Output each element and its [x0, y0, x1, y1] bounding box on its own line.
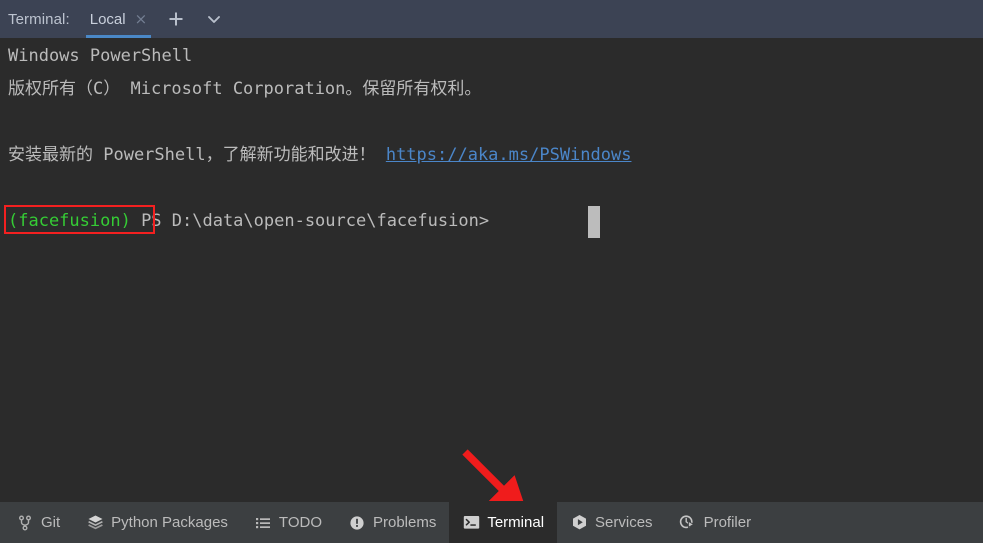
- tool-window-label-services: Services: [595, 514, 653, 531]
- tool-window-label-python-packages: Python Packages: [111, 514, 228, 531]
- terminal-line-1: Windows PowerShell: [8, 46, 193, 66]
- terminal-prompt-line: (facefusion) PS D:\data\open-source\face…: [8, 211, 499, 231]
- chevron-down-icon[interactable]: [201, 6, 227, 32]
- terminal-prompt-icon: [462, 514, 480, 532]
- git-branch-icon: [16, 514, 34, 532]
- plus-icon[interactable]: [163, 6, 189, 32]
- tool-window-button-services[interactable]: Services: [557, 502, 666, 543]
- play-hexagon-icon: [570, 514, 588, 532]
- tool-window-button-python-packages[interactable]: Python Packages: [73, 502, 241, 543]
- close-icon[interactable]: ×: [135, 11, 148, 27]
- terminal-tab-local[interactable]: Local ×: [85, 0, 152, 38]
- terminal-line-3-text: 安装最新的 PowerShell，了解新功能和改进！: [8, 145, 386, 165]
- tool-window-bar: Git Python Packages TODO Problems Termin…: [0, 501, 983, 543]
- powershell-download-link[interactable]: https://aka.ms/PSWindows: [386, 145, 632, 165]
- tool-window-label-problems: Problems: [372, 514, 437, 531]
- tool-window-button-problems[interactable]: Problems: [335, 502, 449, 543]
- terminal-line-3: 安装最新的 PowerShell，了解新功能和改进！ https://aka.m…: [8, 145, 631, 165]
- profiler-clock-icon: [679, 514, 697, 532]
- tool-window-button-todo[interactable]: TODO: [241, 502, 335, 543]
- tool-window-button-git[interactable]: Git: [0, 502, 73, 543]
- tool-window-label-git: Git: [41, 514, 61, 531]
- layers-icon: [86, 514, 104, 532]
- terminal-output-area[interactable]: Windows PowerShell 版权所有（C） Microsoft Cor…: [0, 38, 983, 501]
- terminal-line-2: 版权所有（C） Microsoft Corporation。保留所有权利。: [8, 79, 482, 99]
- tool-window-label-todo: TODO: [278, 514, 322, 531]
- prompt-path: PS D:\data\open-source\facefusion>: [130, 211, 500, 231]
- tool-window-button-terminal[interactable]: Terminal: [449, 502, 558, 543]
- list-icon: [254, 514, 272, 532]
- exclamation-circle-icon: [348, 514, 366, 532]
- conda-env-label: (facefusion): [8, 211, 131, 231]
- terminal-tab-local-label: Local: [89, 10, 126, 28]
- tool-window-button-profiler[interactable]: Profiler: [666, 502, 765, 543]
- tool-window-label-profiler: Profiler: [703, 514, 752, 531]
- tool-window-label-terminal: Terminal: [487, 514, 545, 531]
- terminal-cursor: [588, 206, 600, 238]
- terminal-header-bar: Terminal: Local ×: [0, 0, 983, 38]
- terminal-title: Terminal:: [8, 10, 70, 28]
